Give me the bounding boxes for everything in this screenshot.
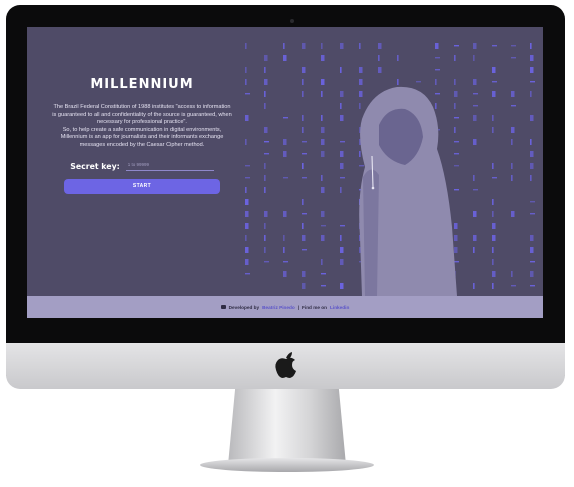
secret-key-input[interactable]	[125, 159, 214, 171]
intro-panel: MILLENNIUM The Brazil Federal Constituti…	[51, 77, 233, 194]
webcam-icon	[290, 19, 294, 23]
secret-key-row: Secret key:	[51, 159, 233, 171]
apple-logo-icon	[275, 352, 296, 378]
book-icon	[220, 305, 226, 309]
description-paragraph-1: The Brazil Federal Constitution of 1988 …	[52, 104, 232, 126]
imac-chin	[6, 343, 565, 389]
developer-link[interactable]: Beatriz Pinedo	[262, 305, 295, 310]
app-title: MILLENNIUM	[90, 77, 194, 92]
linkedin-link[interactable]: Linkedin	[330, 305, 349, 310]
imac-stand	[228, 389, 346, 465]
footer-developed-by: Developed by	[228, 304, 260, 310]
imac-base	[200, 458, 374, 472]
footer-bar: Developed by Beatriz Pinedo | Find me on…	[27, 296, 543, 318]
secret-key-label: Secret key:	[70, 161, 120, 171]
app-screen: MILLENNIUM The Brazil Federal Constituti…	[27, 27, 543, 318]
start-button[interactable]: START	[64, 178, 220, 194]
description-paragraph-2: So, to help create a safe communication …	[60, 126, 224, 148]
footer-separator: |	[297, 304, 300, 310]
footer-find-me: Find me on	[302, 304, 328, 310]
